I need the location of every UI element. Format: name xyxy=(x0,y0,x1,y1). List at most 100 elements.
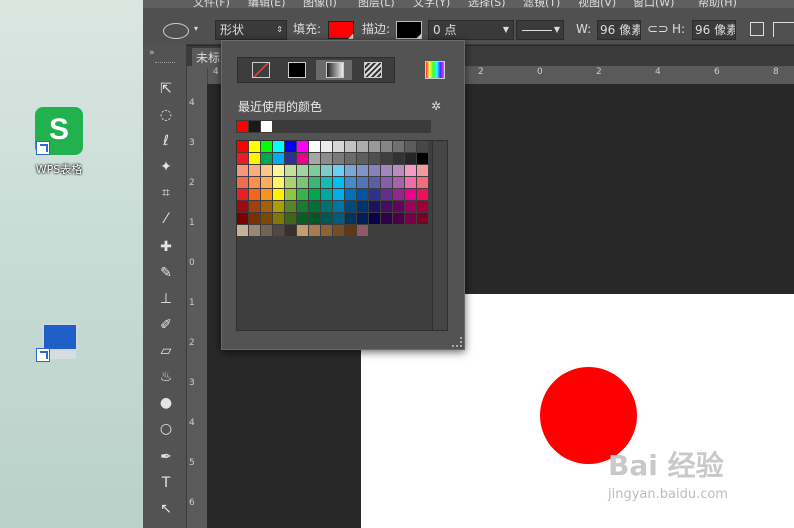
path-operations-icon[interactable] xyxy=(750,22,764,36)
move-tool-icon[interactable]: ⇱ xyxy=(157,80,175,98)
color-swatch[interactable] xyxy=(261,165,272,176)
color-swatch[interactable] xyxy=(333,225,344,236)
color-swatch[interactable] xyxy=(333,165,344,176)
blur-tool-icon[interactable]: ● xyxy=(157,394,175,412)
color-swatch[interactable] xyxy=(405,201,416,212)
color-swatch[interactable] xyxy=(249,153,260,164)
clone-stamp-tool-icon[interactable]: ⊥ xyxy=(157,290,175,308)
pattern-button[interactable] xyxy=(354,60,390,80)
color-swatch[interactable] xyxy=(309,141,320,152)
menu-filter[interactable]: 滤镜(T) xyxy=(523,0,560,8)
color-swatch[interactable] xyxy=(369,189,380,200)
color-swatch[interactable] xyxy=(261,213,272,224)
color-swatch[interactable] xyxy=(381,165,392,176)
color-swatch[interactable] xyxy=(273,141,284,152)
color-swatch[interactable] xyxy=(393,153,404,164)
solid-color-button[interactable] xyxy=(278,60,314,80)
color-swatch[interactable] xyxy=(357,141,368,152)
color-swatch[interactable] xyxy=(285,189,296,200)
stroke-width-field[interactable]: 0 点 ▼ xyxy=(428,20,514,40)
path-selection-tool-icon[interactable]: ↖ xyxy=(157,500,175,518)
color-swatch[interactable] xyxy=(405,189,416,200)
color-swatch[interactable] xyxy=(393,189,404,200)
marquee-tool-icon[interactable]: ◌ xyxy=(157,106,175,124)
color-swatch[interactable] xyxy=(237,177,248,188)
color-swatch[interactable] xyxy=(297,201,308,212)
no-color-button[interactable] xyxy=(242,60,278,80)
color-swatch[interactable] xyxy=(405,153,416,164)
collapse-panel-icon[interactable]: » xyxy=(149,48,155,58)
pen-tool-icon[interactable]: ✒ xyxy=(157,448,175,466)
color-swatch[interactable] xyxy=(333,189,344,200)
color-swatch[interactable] xyxy=(261,141,272,152)
color-swatch[interactable] xyxy=(309,213,320,224)
color-swatch[interactable] xyxy=(405,213,416,224)
color-swatch[interactable] xyxy=(381,201,392,212)
recent-color-swatch[interactable] xyxy=(261,121,272,132)
ellipse-tool-icon[interactable] xyxy=(163,23,189,39)
color-swatch[interactable] xyxy=(249,189,260,200)
color-swatch[interactable] xyxy=(273,213,284,224)
color-swatch[interactable] xyxy=(249,213,260,224)
color-swatch[interactable] xyxy=(285,213,296,224)
color-swatch[interactable] xyxy=(405,177,416,188)
color-swatch[interactable] xyxy=(345,189,356,200)
color-swatch[interactable] xyxy=(249,141,260,152)
color-swatch[interactable] xyxy=(357,153,368,164)
gradient-button[interactable] xyxy=(316,60,352,80)
menu-file[interactable]: 文件(F) xyxy=(193,0,230,8)
color-swatch[interactable] xyxy=(417,201,428,212)
color-swatch[interactable] xyxy=(237,201,248,212)
color-swatch[interactable] xyxy=(237,189,248,200)
color-swatch[interactable] xyxy=(261,177,272,188)
color-swatch[interactable] xyxy=(321,153,332,164)
color-swatch[interactable] xyxy=(261,225,272,236)
chevron-down-icon[interactable]: ▾ xyxy=(194,24,198,33)
color-swatch[interactable] xyxy=(273,177,284,188)
color-swatch[interactable] xyxy=(345,177,356,188)
menu-layer[interactable]: 图层(L) xyxy=(358,0,395,8)
color-swatch[interactable] xyxy=(237,225,248,236)
color-swatch[interactable] xyxy=(393,201,404,212)
color-swatch[interactable] xyxy=(297,177,308,188)
color-swatch[interactable] xyxy=(369,177,380,188)
color-swatch[interactable] xyxy=(309,177,320,188)
color-swatch[interactable] xyxy=(369,153,380,164)
color-swatch[interactable] xyxy=(285,141,296,152)
color-swatch[interactable] xyxy=(357,213,368,224)
color-picker-icon[interactable] xyxy=(425,61,445,79)
stroke-type-select[interactable]: ▼ xyxy=(516,20,564,40)
eraser-tool-icon[interactable]: ▱ xyxy=(157,342,175,360)
menu-window[interactable]: 窗口(W) xyxy=(633,0,674,8)
color-swatch[interactable] xyxy=(369,213,380,224)
link-icon[interactable]: ⊂⊃ xyxy=(647,22,669,37)
width-field[interactable]: 96 像素 xyxy=(597,20,641,40)
color-swatch[interactable] xyxy=(285,201,296,212)
color-swatch[interactable] xyxy=(285,153,296,164)
color-swatch[interactable] xyxy=(309,153,320,164)
color-swatch[interactable] xyxy=(285,225,296,236)
color-swatch[interactable] xyxy=(321,201,332,212)
menu-image[interactable]: 图像(I) xyxy=(303,0,337,8)
color-swatch[interactable] xyxy=(393,213,404,224)
color-swatch[interactable] xyxy=(309,201,320,212)
color-swatch[interactable] xyxy=(369,201,380,212)
color-swatch[interactable] xyxy=(333,201,344,212)
color-swatch[interactable] xyxy=(321,141,332,152)
gear-icon[interactable]: ✲ xyxy=(431,99,441,113)
color-swatch[interactable] xyxy=(309,225,320,236)
color-swatch[interactable] xyxy=(273,153,284,164)
color-swatch[interactable] xyxy=(333,141,344,152)
color-swatch[interactable] xyxy=(297,189,308,200)
color-swatch[interactable] xyxy=(333,177,344,188)
color-swatch[interactable] xyxy=(333,153,344,164)
desktop-icon-label[interactable]: WPS表格 xyxy=(24,161,94,177)
color-swatch[interactable] xyxy=(417,165,428,176)
brush-tool-icon[interactable]: ✎ xyxy=(157,264,175,282)
color-swatch[interactable] xyxy=(321,213,332,224)
color-swatch[interactable] xyxy=(369,141,380,152)
color-swatch[interactable] xyxy=(405,141,416,152)
lasso-tool-icon[interactable]: ℓ xyxy=(157,132,175,150)
color-swatch[interactable] xyxy=(309,165,320,176)
color-swatch[interactable] xyxy=(249,177,260,188)
